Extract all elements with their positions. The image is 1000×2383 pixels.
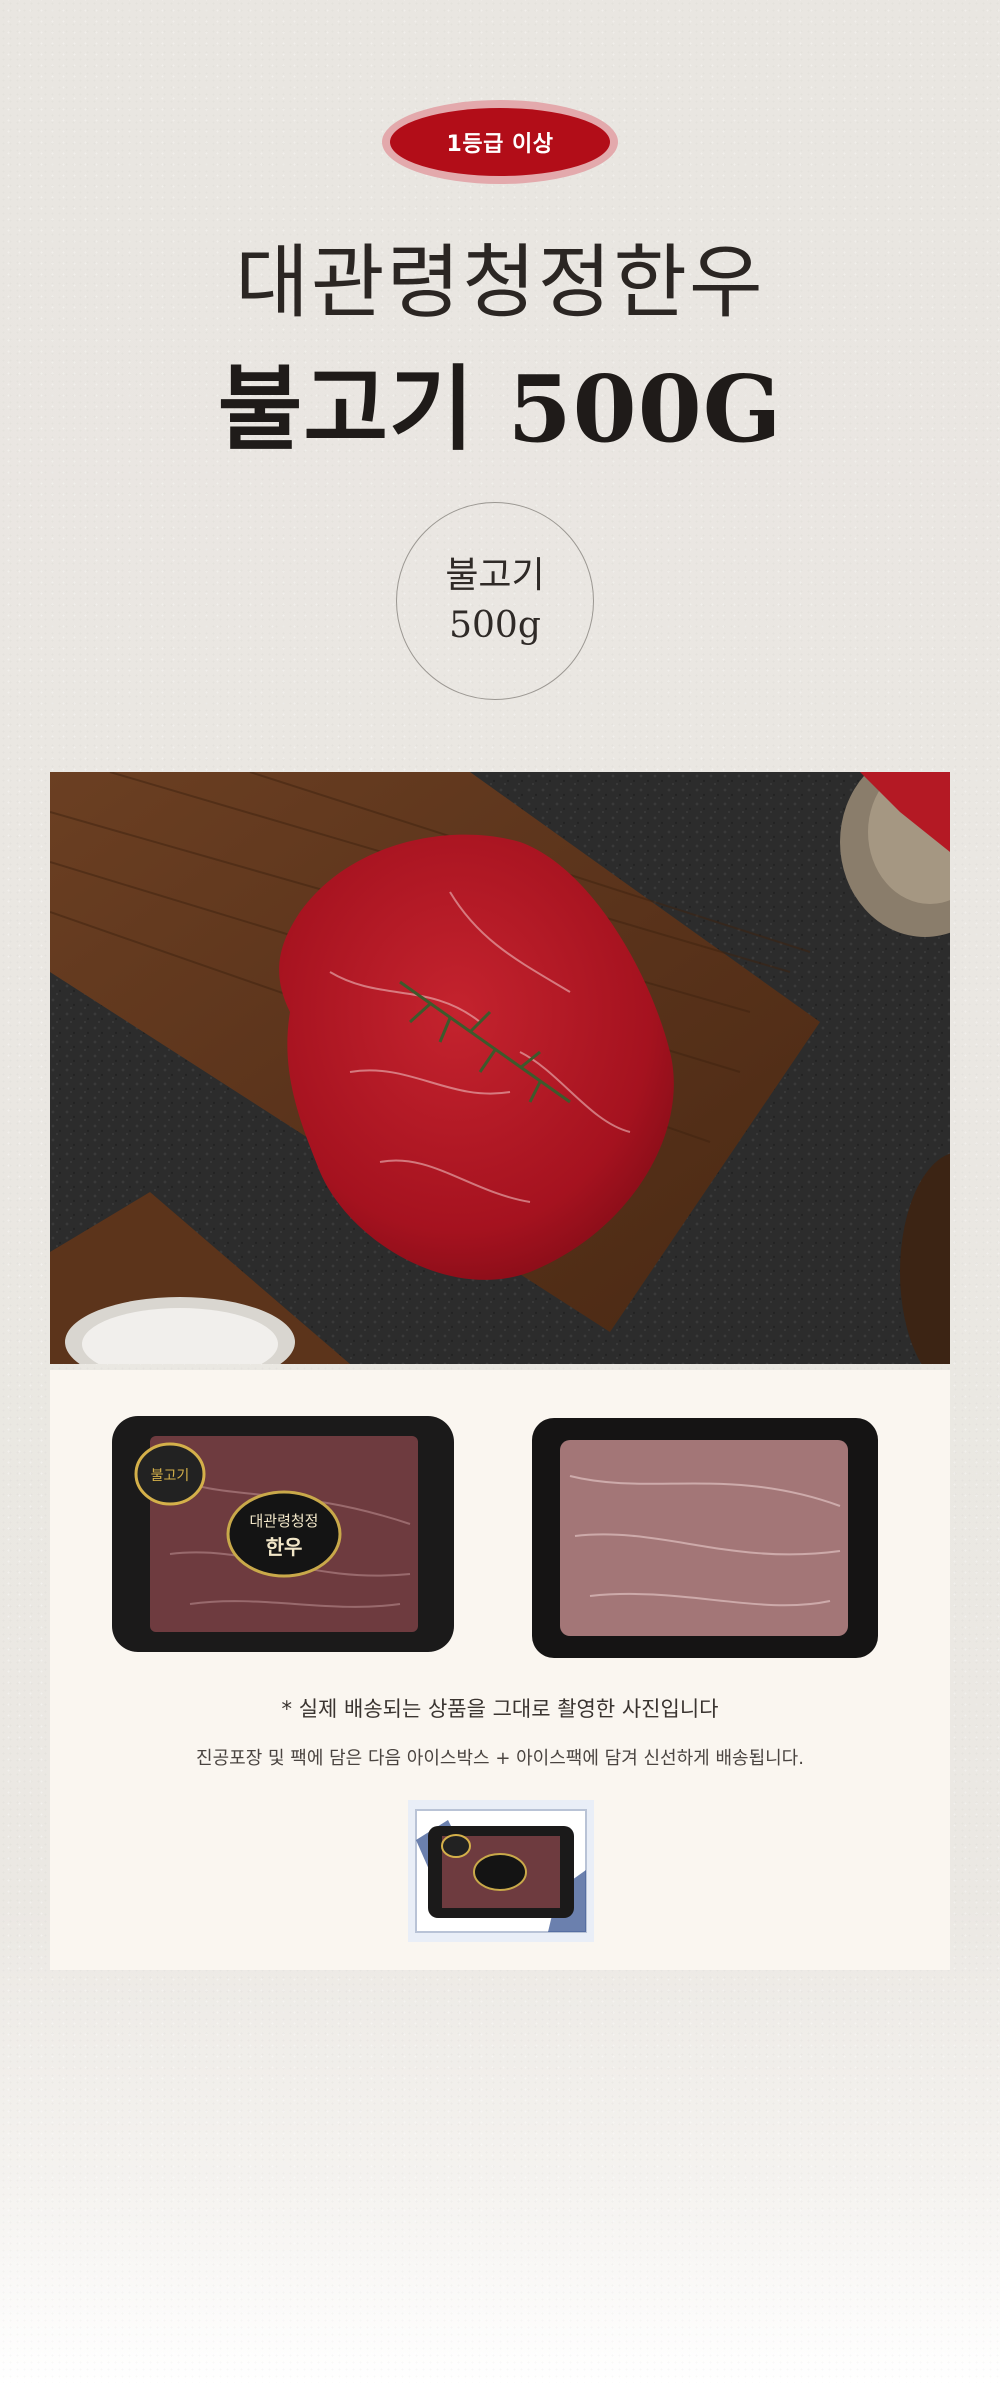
- product-title-line1: 대관령청정한우: [235, 236, 765, 329]
- spec-circle: 불고기 500g: [396, 502, 594, 700]
- product-title-line2: 불고기 500G: [217, 355, 783, 463]
- spec-circle-name: 불고기: [445, 555, 545, 596]
- beef-board-image: [50, 772, 950, 1364]
- packaging-section: 불고기 대관령청정 한우 * 실제 배송되는 상품을 그대로 촬영한 사진입니다…: [50, 1370, 950, 1970]
- tray-tag-text: 불고기: [151, 1468, 190, 1484]
- shipping-note: 진공포장 및 팩에 담은 다음 아이스박스 + 아이스팩에 담겨 신선하게 배송…: [196, 1748, 804, 1769]
- packaged-tray-with-sticker: 불고기 대관령청정 한우: [112, 1416, 454, 1652]
- packaged-tray-plain: [532, 1418, 878, 1658]
- tray-brand-text2: 한우: [266, 1535, 303, 1559]
- tray-brand-text: 대관령청정: [249, 1512, 318, 1530]
- actual-photo-note: * 실제 배송되는 상품을 그대로 촬영한 사진입니다: [281, 1697, 719, 1721]
- grade-badge-label: 1등급 이상: [390, 108, 610, 176]
- spec-circle-weight: 500g: [449, 605, 541, 646]
- icebox-thumbnail: [408, 1800, 594, 1942]
- grade-badge: 1등급 이상: [382, 100, 618, 184]
- product-photo: [50, 772, 950, 1364]
